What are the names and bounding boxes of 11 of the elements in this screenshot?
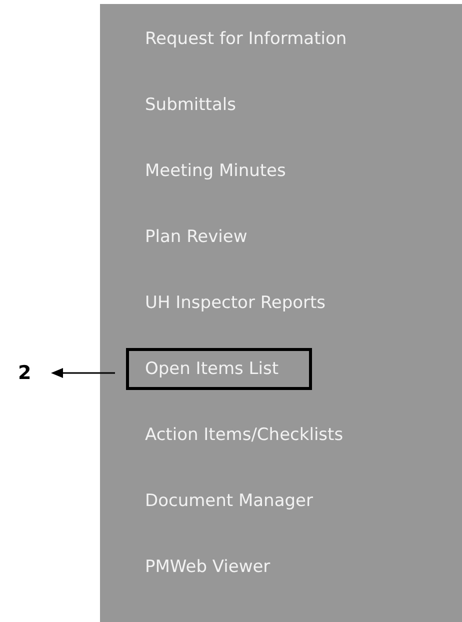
menu-item[interactable]: Action Items/Checklists: [126, 414, 362, 456]
menu-item[interactable]: Submittals: [126, 84, 255, 126]
menu-item[interactable]: Request for Information: [126, 18, 366, 60]
menu-item[interactable]: PMWeb Viewer: [126, 546, 290, 588]
menu-item[interactable]: UH Inspector Reports: [126, 282, 345, 324]
arrow-icon: [51, 367, 116, 379]
menu-item[interactable]: Meeting Minutes: [126, 150, 305, 192]
menu-item[interactable]: Plan Review: [126, 216, 266, 258]
menu-item[interactable]: Open Items List: [126, 348, 312, 390]
menu-item[interactable]: Document Manager: [126, 480, 332, 522]
callout-number: 2: [18, 362, 32, 384]
